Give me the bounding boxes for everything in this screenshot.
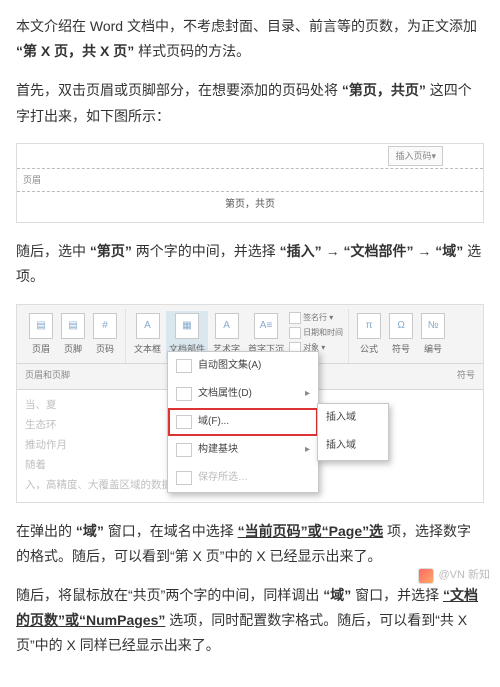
quickparts-icon: ▦	[175, 313, 199, 339]
dropdown-field[interactable]: 域(F)...	[168, 408, 318, 436]
arrow: →	[417, 243, 431, 259]
ribbon-signature-button[interactable]: 签名行 ▾	[289, 311, 343, 325]
bold-text: “文档部件”	[343, 243, 413, 259]
symbol-icon: Ω	[389, 313, 413, 339]
buildingblocks-submenu: 插入域 插入域	[317, 403, 389, 461]
footer-icon: ▤	[61, 313, 85, 339]
dropdown-buildingblocks[interactable]: 构建基块▸	[168, 436, 318, 464]
bold-text: “第页，共页”	[342, 82, 426, 98]
submenu-item[interactable]: 插入域	[318, 404, 388, 432]
ribbon-datetime-button[interactable]: 日期和时间	[289, 326, 343, 340]
paragraph-step4: 随后，将鼠标放在“共页”两个字的中间，同样调出 “域” 窗口，并选择 “文档的页…	[16, 583, 484, 659]
screenshot-word-ribbon: ▤页眉 ▤页脚 #页码 A文本框 ▦文档部件 A艺术字 A≡首字下沉 签名行 ▾…	[16, 304, 484, 503]
header-label: 页眉	[23, 172, 41, 188]
page-number-icon: #	[93, 313, 117, 339]
bold-text: “插入”	[280, 243, 322, 259]
text: 窗口，并选择	[355, 587, 439, 603]
text: 两个字的中间，并选择	[136, 243, 276, 259]
docprops-icon	[176, 387, 192, 401]
ribbon-group-header-footer: ▤页眉 ▤页脚 #页码	[21, 309, 126, 363]
text: 窗口，在域名中选择	[108, 523, 234, 539]
header-typed-text: 第页，共页	[17, 192, 483, 222]
bold-text: “域”	[323, 587, 351, 603]
ribbon-textbox-button[interactable]: A文本框	[131, 311, 164, 359]
ribbon-footer-button[interactable]: ▤页脚	[58, 311, 88, 359]
number-icon: №	[421, 313, 445, 339]
watermark-logo-icon	[418, 568, 434, 584]
bold-text: “第 X 页，共 X 页”	[16, 43, 134, 59]
paragraph-step2: 随后，选中 “第页” 两个字的中间，并选择 “插入” → “文档部件” → “域…	[16, 239, 484, 289]
datetime-icon	[289, 327, 301, 339]
header-boundary: 页眉	[17, 168, 483, 192]
screenshot-toolbar: 插入页码▾	[17, 144, 483, 168]
group-label-right: 符号	[457, 367, 475, 383]
arrow: →	[326, 243, 340, 259]
chevron-right-icon: ▸	[305, 441, 310, 459]
equation-icon: π	[357, 313, 381, 339]
submenu-item[interactable]: 插入域	[318, 432, 388, 460]
quickparts-dropdown: 自动图文集(A) 文档属性(D)▸ 域(F)... 构建基块▸ 保存所选…	[167, 351, 319, 493]
dropcap-icon: A≡	[254, 313, 278, 339]
text: 样式页码的方法。	[138, 43, 250, 59]
buildingblocks-icon	[176, 443, 192, 457]
bold-underline-text: “当前页码”或“Page”选	[238, 523, 383, 539]
dropdown-autotext[interactable]: 自动图文集(A)	[168, 352, 318, 380]
signature-icon	[289, 312, 301, 324]
chevron-right-icon: ▸	[305, 385, 310, 403]
header-icon: ▤	[29, 313, 53, 339]
paragraph-step3: 在弹出的 “域” 窗口，在域名中选择 “当前页码”或“Page”选 项，选择数字…	[16, 519, 484, 569]
group-label-left: 页眉和页脚	[25, 367, 70, 383]
dropdown-docprops[interactable]: 文档属性(D)▸	[168, 380, 318, 408]
textbox-icon: A	[136, 313, 160, 339]
text: 在弹出的	[16, 523, 72, 539]
autotext-icon	[176, 359, 192, 373]
insert-page-number-button[interactable]: 插入页码▾	[388, 146, 443, 166]
ribbon-pagenum-button[interactable]: #页码	[90, 311, 120, 359]
ribbon-number-button[interactable]: №编号	[418, 311, 448, 359]
text: 随后，将鼠标放在“共页”两个字的中间，同样调出	[16, 587, 319, 603]
save-icon	[176, 471, 192, 485]
bold-text: “域”	[435, 243, 463, 259]
ribbon-group-symbols: π公式 Ω符号 №编号	[349, 309, 453, 363]
dropdown-save[interactable]: 保存所选…	[168, 464, 318, 492]
ribbon-equation-button[interactable]: π公式	[354, 311, 384, 359]
field-icon	[176, 415, 192, 429]
ribbon-header-button[interactable]: ▤页眉	[26, 311, 56, 359]
paragraph-intro: 本文介绍在 Word 文档中，不考虑封面、目录、前言等的页数，为正文添加 “第 …	[16, 14, 484, 64]
wordart-icon: A	[215, 313, 239, 339]
watermark-text: @VN 新知	[438, 566, 490, 586]
watermark: @VN 新知	[418, 566, 490, 586]
text: 本文介绍在 Word 文档中，不考虑封面、目录、前言等的页数，为正文添加	[16, 18, 477, 34]
text: 随后，选中	[16, 243, 86, 259]
bold-text: “域”	[76, 523, 104, 539]
paragraph-step1: 首先，双击页眉或页脚部分，在想要添加的页码处将 “第页，共页” 这四个字打出来，…	[16, 78, 484, 128]
ribbon-symbol-button[interactable]: Ω符号	[386, 311, 416, 359]
bold-text: “第页”	[90, 243, 132, 259]
screenshot-header-footer: 插入页码▾ 页眉 第页，共页	[16, 143, 484, 223]
text: 首先，双击页眉或页脚部分，在想要添加的页码处将	[16, 82, 338, 98]
